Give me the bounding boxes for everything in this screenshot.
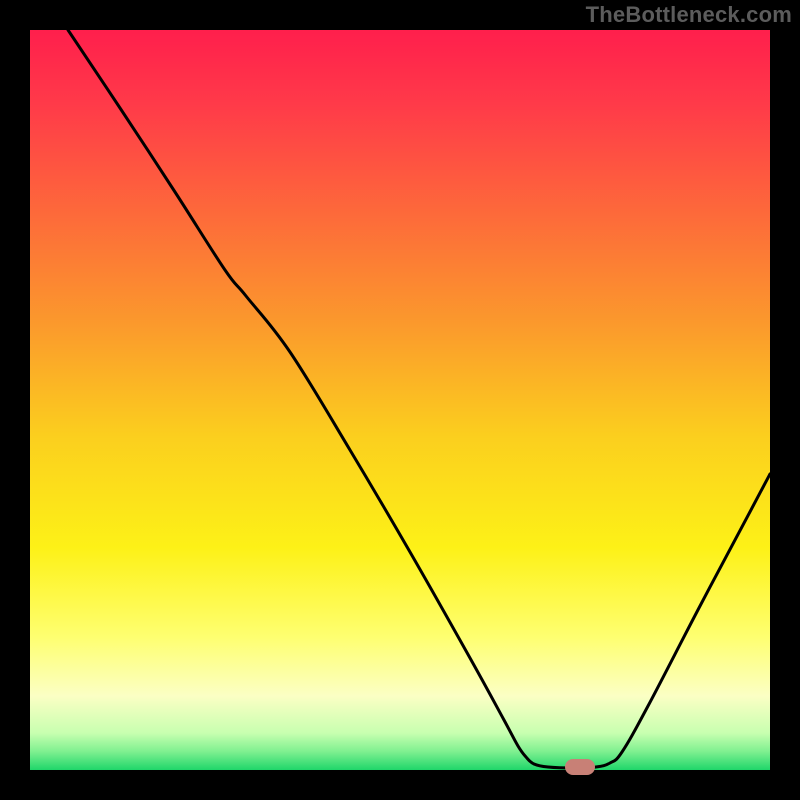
chart-stage: TheBottleneck.com <box>0 0 800 800</box>
optimal-marker <box>565 759 595 775</box>
chart-svg <box>0 0 800 800</box>
watermark-text: TheBottleneck.com <box>586 2 792 28</box>
